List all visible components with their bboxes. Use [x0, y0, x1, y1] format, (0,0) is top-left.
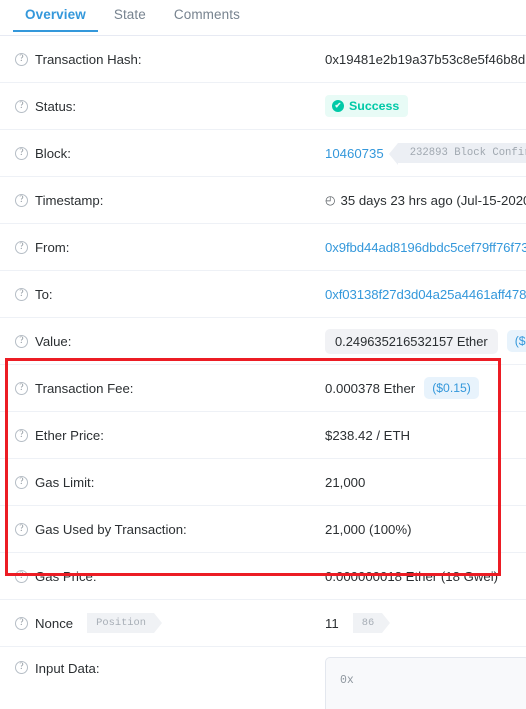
to-label-cell: ? To:	[15, 271, 325, 317]
nonce-label-cell: ? Nonce Position	[15, 600, 325, 646]
block-label-cell: ? Block:	[15, 130, 325, 176]
transaction-fee-ether: 0.000378 Ether	[325, 380, 416, 396]
transaction-fee-label: Transaction Fee:	[35, 380, 134, 396]
tab-bar: Overview State Comments	[0, 0, 526, 36]
gas-used-label: Gas Used by Transaction:	[35, 521, 187, 537]
ether-price-value: $238.42 / ETH	[325, 427, 411, 443]
help-icon[interactable]: ?	[15, 99, 28, 113]
status-label-cell: ? Status:	[15, 83, 325, 129]
ether-price-label-cell: ? Ether Price:	[15, 412, 325, 458]
tab-state[interactable]: State	[100, 0, 160, 32]
value-label: Value:	[35, 333, 72, 349]
help-icon[interactable]: ?	[15, 522, 28, 536]
from-value: 0x9fbd44ad8196dbdc5cef79ff76f73	[325, 224, 526, 270]
row-from: ? From: 0x9fbd44ad8196dbdc5cef79ff76f73	[0, 224, 526, 271]
help-icon[interactable]: ?	[15, 146, 28, 160]
row-gas-used: ? Gas Used by Transaction: 21,000 (100%)	[0, 506, 526, 553]
gas-limit-label-cell: ? Gas Limit:	[15, 459, 325, 505]
status-label: Status:	[35, 98, 77, 114]
timestamp-label: Timestamp:	[35, 192, 104, 208]
tab-comments-label: Comments	[173, 7, 240, 22]
transaction-fee-label-cell: ? Transaction Fee:	[15, 365, 325, 411]
status-badge-label: Success	[349, 99, 400, 113]
help-icon[interactable]: ?	[15, 52, 28, 66]
transaction-fee-value: 0.000378 Ether ($0.15)	[325, 365, 479, 411]
block-confirmations-tag: 232893 Block Confirmat	[388, 143, 526, 165]
help-icon[interactable]: ?	[15, 616, 28, 630]
status-value: ✔ Success	[325, 83, 409, 129]
help-icon[interactable]: ?	[15, 569, 28, 583]
row-block: ? Block: 10460735 232893 Block Confirmat	[0, 130, 526, 177]
transaction-hash-value: 0x19481e2b19a37b53c8e5f46b8db	[325, 51, 526, 67]
gas-price-label: Gas Price:	[35, 568, 97, 584]
transaction-hash-label-cell: ? Transaction Hash:	[15, 36, 325, 82]
check-circle-icon: ✔	[332, 100, 344, 112]
tab-overview[interactable]: Overview	[11, 0, 100, 32]
help-icon[interactable]: ?	[15, 334, 28, 348]
nonce-position-value-tag: 86	[352, 613, 391, 633]
input-data-value-cell: 0x	[325, 647, 526, 709]
timestamp-text: 35 days 23 hrs ago (Jul-15-2020	[340, 192, 526, 208]
row-ether-price: ? Ether Price: $238.42 / ETH	[0, 412, 526, 459]
row-value: ? Value: 0.249635216532157 Ether ($101.	[0, 318, 526, 365]
row-gas-limit: ? Gas Limit: 21,000	[0, 459, 526, 506]
row-to: ? To: 0xf03138f27d3d04a25a4461aff4780	[0, 271, 526, 318]
help-icon[interactable]: ?	[15, 240, 28, 254]
gas-limit-label: Gas Limit:	[35, 474, 95, 490]
from-label-cell: ? From:	[15, 224, 325, 270]
gas-used-label-cell: ? Gas Used by Transaction:	[15, 506, 325, 552]
gas-limit-value: 21,000	[325, 474, 366, 490]
help-icon[interactable]: ?	[15, 381, 28, 395]
clock-icon: ◴	[325, 193, 336, 207]
details-rows: ? Transaction Hash: 0x19481e2b19a37b53c8…	[0, 36, 526, 709]
from-address-link[interactable]: 0x9fbd44ad8196dbdc5cef79ff76f73	[325, 240, 526, 255]
ether-price-label: Ether Price:	[35, 427, 104, 443]
from-label: From:	[35, 239, 70, 255]
timestamp-label-cell: ? Timestamp:	[15, 177, 325, 223]
nonce-value-cell: 11 86	[325, 600, 391, 646]
nonce-label: Nonce	[35, 615, 74, 631]
transaction-hash-label: Transaction Hash:	[35, 51, 142, 67]
row-transaction-hash: ? Transaction Hash: 0x19481e2b19a37b53c8…	[0, 36, 526, 83]
value-usd-pill: ($101.	[506, 330, 526, 352]
nonce-value: 11	[325, 615, 339, 631]
status-badge: ✔ Success	[325, 95, 409, 117]
row-status: ? Status: ✔ Success	[0, 83, 526, 130]
to-address-link[interactable]: 0xf03138f27d3d04a25a4461aff4780	[325, 287, 526, 302]
to-label: To:	[35, 286, 53, 302]
row-timestamp: ? Timestamp: ◴ 35 days 23 hrs ago (Jul-1…	[0, 177, 526, 224]
value-value: 0.249635216532157 Ether ($101.	[325, 318, 526, 364]
to-value: 0xf03138f27d3d04a25a4461aff4780	[325, 271, 526, 317]
gas-used-value: 21,000 (100%)	[325, 521, 412, 537]
help-icon[interactable]: ?	[15, 287, 28, 301]
tab-comments[interactable]: Comments	[160, 0, 254, 32]
row-gas-price: ? Gas Price: 0.000000018 Ether (18 Gwei)	[0, 553, 526, 600]
tab-overview-label: Overview	[25, 7, 86, 22]
help-icon[interactable]: ?	[15, 428, 28, 442]
block-label: Block:	[35, 145, 71, 161]
help-icon[interactable]: ?	[15, 193, 28, 207]
transaction-fee-usd-pill: ($0.15)	[424, 377, 479, 399]
value-label-cell: ? Value:	[15, 318, 325, 364]
gas-price-label-cell: ? Gas Price:	[15, 553, 325, 599]
input-data-label-cell: ? Input Data:	[15, 647, 325, 676]
transaction-details-panel: Overview State Comments ? Transaction Ha…	[0, 0, 526, 709]
row-nonce: ? Nonce Position 11 86	[0, 600, 526, 647]
value-ether-pill: 0.249635216532157 Ether	[325, 328, 498, 354]
tab-state-label: State	[113, 7, 146, 22]
row-input-data: ? Input Data: 0x	[0, 647, 526, 709]
nonce-position-tag: Position	[87, 613, 162, 633]
row-transaction-fee: ? Transaction Fee: 0.000378 Ether ($0.15…	[0, 365, 526, 412]
gas-price-value: 0.000000018 Ether (18 Gwei)	[325, 568, 499, 584]
block-number-link[interactable]: 10460735	[325, 146, 384, 161]
block-value: 10460735 232893 Block Confirmat	[325, 130, 526, 176]
input-data-label: Input Data:	[35, 661, 100, 676]
help-icon[interactable]: ?	[15, 475, 28, 489]
help-icon[interactable]: ?	[15, 661, 28, 674]
input-data-textarea[interactable]: 0x	[325, 657, 526, 709]
timestamp-value: ◴ 35 days 23 hrs ago (Jul-15-2020	[325, 177, 526, 223]
